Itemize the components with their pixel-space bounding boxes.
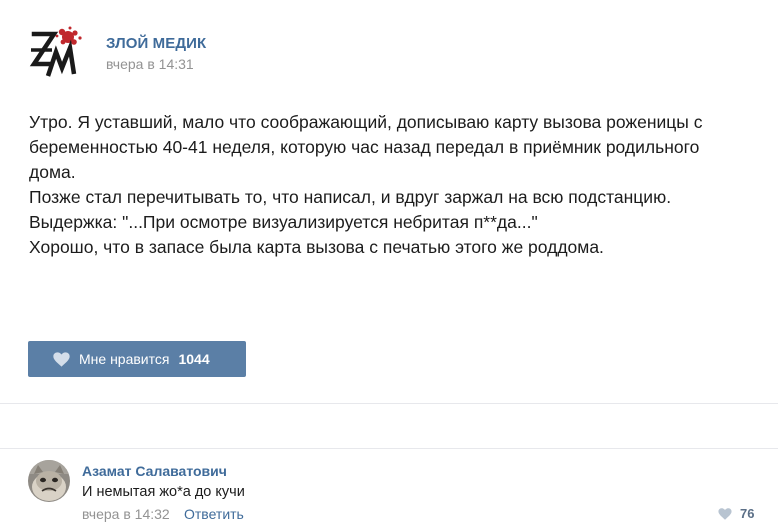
post-time[interactable]: вчера в 14:31 [106, 56, 194, 72]
post-text-line: Утро. Я уставший, мало что соображающий,… [29, 112, 703, 132]
wall-post: ЗЛОЙ МЕДИК вчера в 14:31 Утро. Я уставши… [0, 0, 778, 527]
post-text-line: Выдержка: "...При осмотре визуализируетс… [29, 212, 538, 232]
post-author[interactable]: ЗЛОЙ МЕДИК [106, 35, 206, 52]
reply-link[interactable]: Ответить [184, 506, 244, 522]
comment-like-count: 76 [740, 506, 755, 521]
post-text: Утро. Я уставший, мало что соображающий,… [29, 110, 749, 260]
heart-icon [718, 507, 732, 520]
like-label: Мне нравится [79, 351, 170, 367]
post-text-line: дома. [29, 162, 76, 182]
post-text-line: Позже стал перечитывать то, что написал,… [29, 187, 672, 207]
comment-like-button[interactable]: 76 [718, 506, 754, 521]
heart-icon [53, 351, 70, 367]
divider [0, 448, 778, 449]
post-text-line: Хорошо, что в запасе была карта вызова с… [29, 237, 604, 257]
comment-text: И немытая жо*а до кучи [82, 484, 245, 500]
group-logo-icon[interactable] [28, 24, 86, 82]
comment-avatar[interactable] [28, 460, 70, 502]
comment-author[interactable]: Азамат Салаватович [82, 463, 227, 479]
like-count: 1044 [178, 351, 210, 367]
like-button[interactable]: Мне нравится 1044 [28, 341, 246, 377]
post-text-line: беременностью 40-41 неделя, которую час … [29, 137, 700, 157]
comment-time[interactable]: вчера в 14:32 [82, 506, 170, 522]
replies-gap [0, 404, 778, 448]
